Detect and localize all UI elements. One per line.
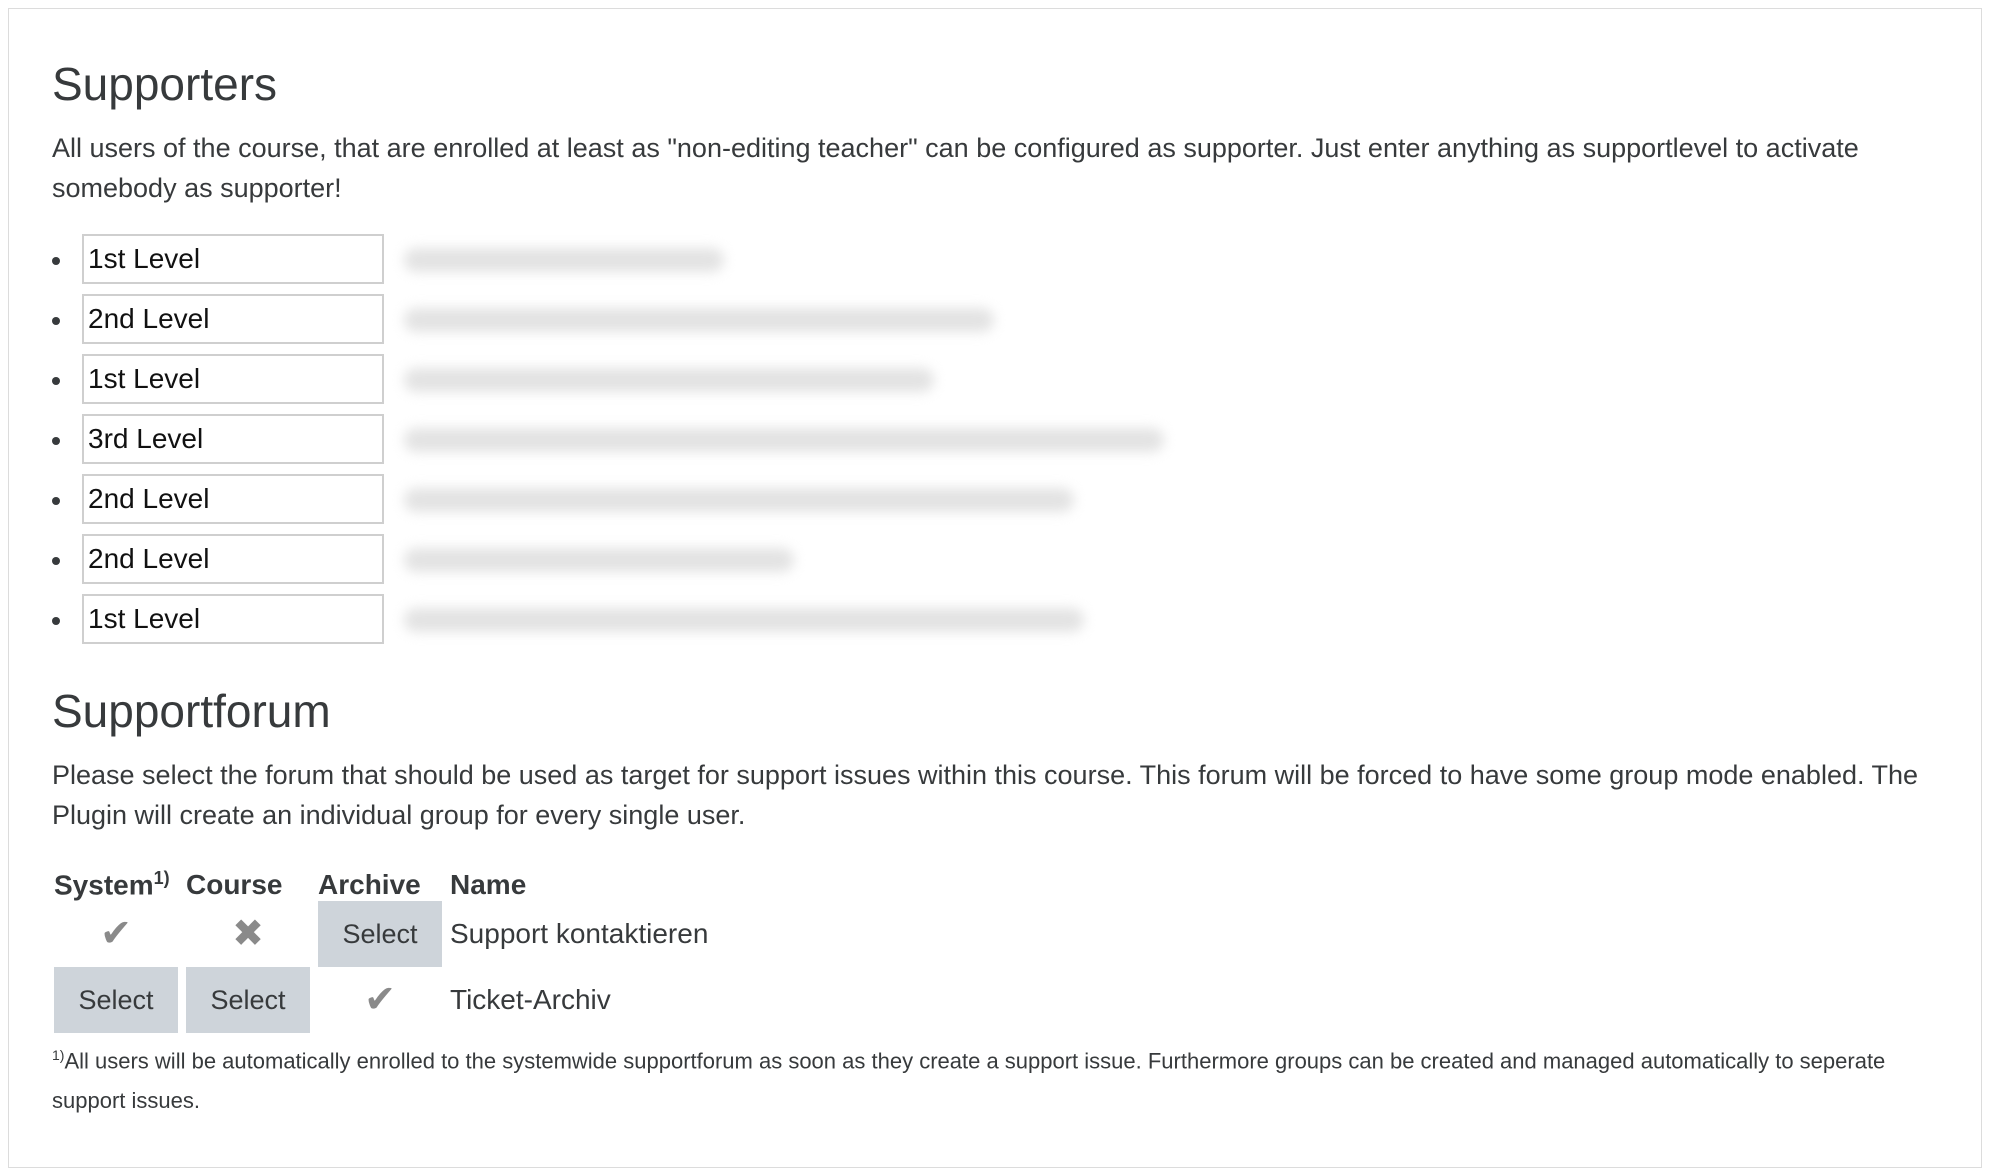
footnote-marker: 1) bbox=[52, 1047, 65, 1063]
redacted-user-name bbox=[404, 548, 794, 572]
header-course: Course bbox=[186, 869, 283, 900]
footnote-marker: 1) bbox=[153, 867, 170, 888]
header-name: Name bbox=[450, 869, 527, 900]
select-course-button[interactable]: Select bbox=[186, 967, 310, 1033]
redacted-user-name bbox=[404, 428, 1164, 452]
supportlevel-input[interactable] bbox=[82, 474, 384, 524]
bullet bbox=[52, 437, 60, 445]
cell-course: ✖ bbox=[184, 901, 316, 967]
supporters-title: Supporters bbox=[52, 58, 278, 110]
supportforum-title: Supportforum bbox=[52, 685, 331, 737]
supportlevel-input[interactable] bbox=[82, 414, 384, 464]
bullet bbox=[52, 317, 60, 325]
cell-archive: Select bbox=[316, 901, 448, 967]
bullet bbox=[52, 557, 60, 565]
redacted-user-name bbox=[404, 248, 724, 272]
redacted-user-name bbox=[404, 308, 994, 332]
forum-name: Ticket-Archiv bbox=[450, 984, 611, 1015]
header-system: System1) bbox=[54, 867, 170, 900]
bullet bbox=[52, 257, 60, 265]
table-row: Select Select ✔ Ticket-Archiv bbox=[52, 967, 714, 1033]
settings-panel: Supporters All users of the course, that… bbox=[8, 8, 1982, 1168]
forum-name: Support kontaktieren bbox=[450, 918, 709, 949]
supportlevel-input[interactable] bbox=[82, 294, 384, 344]
select-archive-button[interactable]: Select bbox=[318, 901, 442, 967]
supportlevel-input[interactable] bbox=[82, 354, 384, 404]
select-system-button[interactable]: Select bbox=[54, 967, 178, 1033]
supportlevel-input[interactable] bbox=[82, 234, 384, 284]
supportlevel-input[interactable] bbox=[82, 534, 384, 584]
redacted-user-name bbox=[404, 368, 934, 392]
forum-table: System1) Course Archive Name ✔ ✖ Select … bbox=[52, 861, 714, 1033]
cell-system: ✔ bbox=[52, 901, 184, 967]
bullet bbox=[52, 617, 60, 625]
bullet bbox=[52, 497, 60, 505]
bullet bbox=[52, 377, 60, 385]
redacted-user-name bbox=[404, 488, 1074, 512]
supportlevel-input[interactable] bbox=[82, 594, 384, 644]
cell-course: Select bbox=[184, 967, 316, 1033]
footnote: 1)All users will be automatically enroll… bbox=[52, 1035, 1952, 1121]
check-icon: ✔ bbox=[364, 979, 396, 1021]
header-archive: Archive bbox=[318, 869, 421, 900]
forum-table-header: System1) Course Archive Name bbox=[52, 861, 714, 901]
check-icon: ✔ bbox=[100, 913, 132, 955]
supporters-description: All users of the course, that are enroll… bbox=[52, 133, 1859, 203]
supportforum-description: Please select the forum that should be u… bbox=[52, 760, 1919, 830]
footnote-text: All users will be automatically enrolled… bbox=[52, 1048, 1886, 1114]
redacted-user-name bbox=[404, 608, 1084, 632]
cross-icon: ✖ bbox=[232, 913, 264, 955]
table-row: ✔ ✖ Select Support kontaktieren bbox=[52, 901, 714, 967]
cell-system: Select bbox=[52, 967, 184, 1033]
cell-archive: ✔ bbox=[316, 967, 448, 1033]
